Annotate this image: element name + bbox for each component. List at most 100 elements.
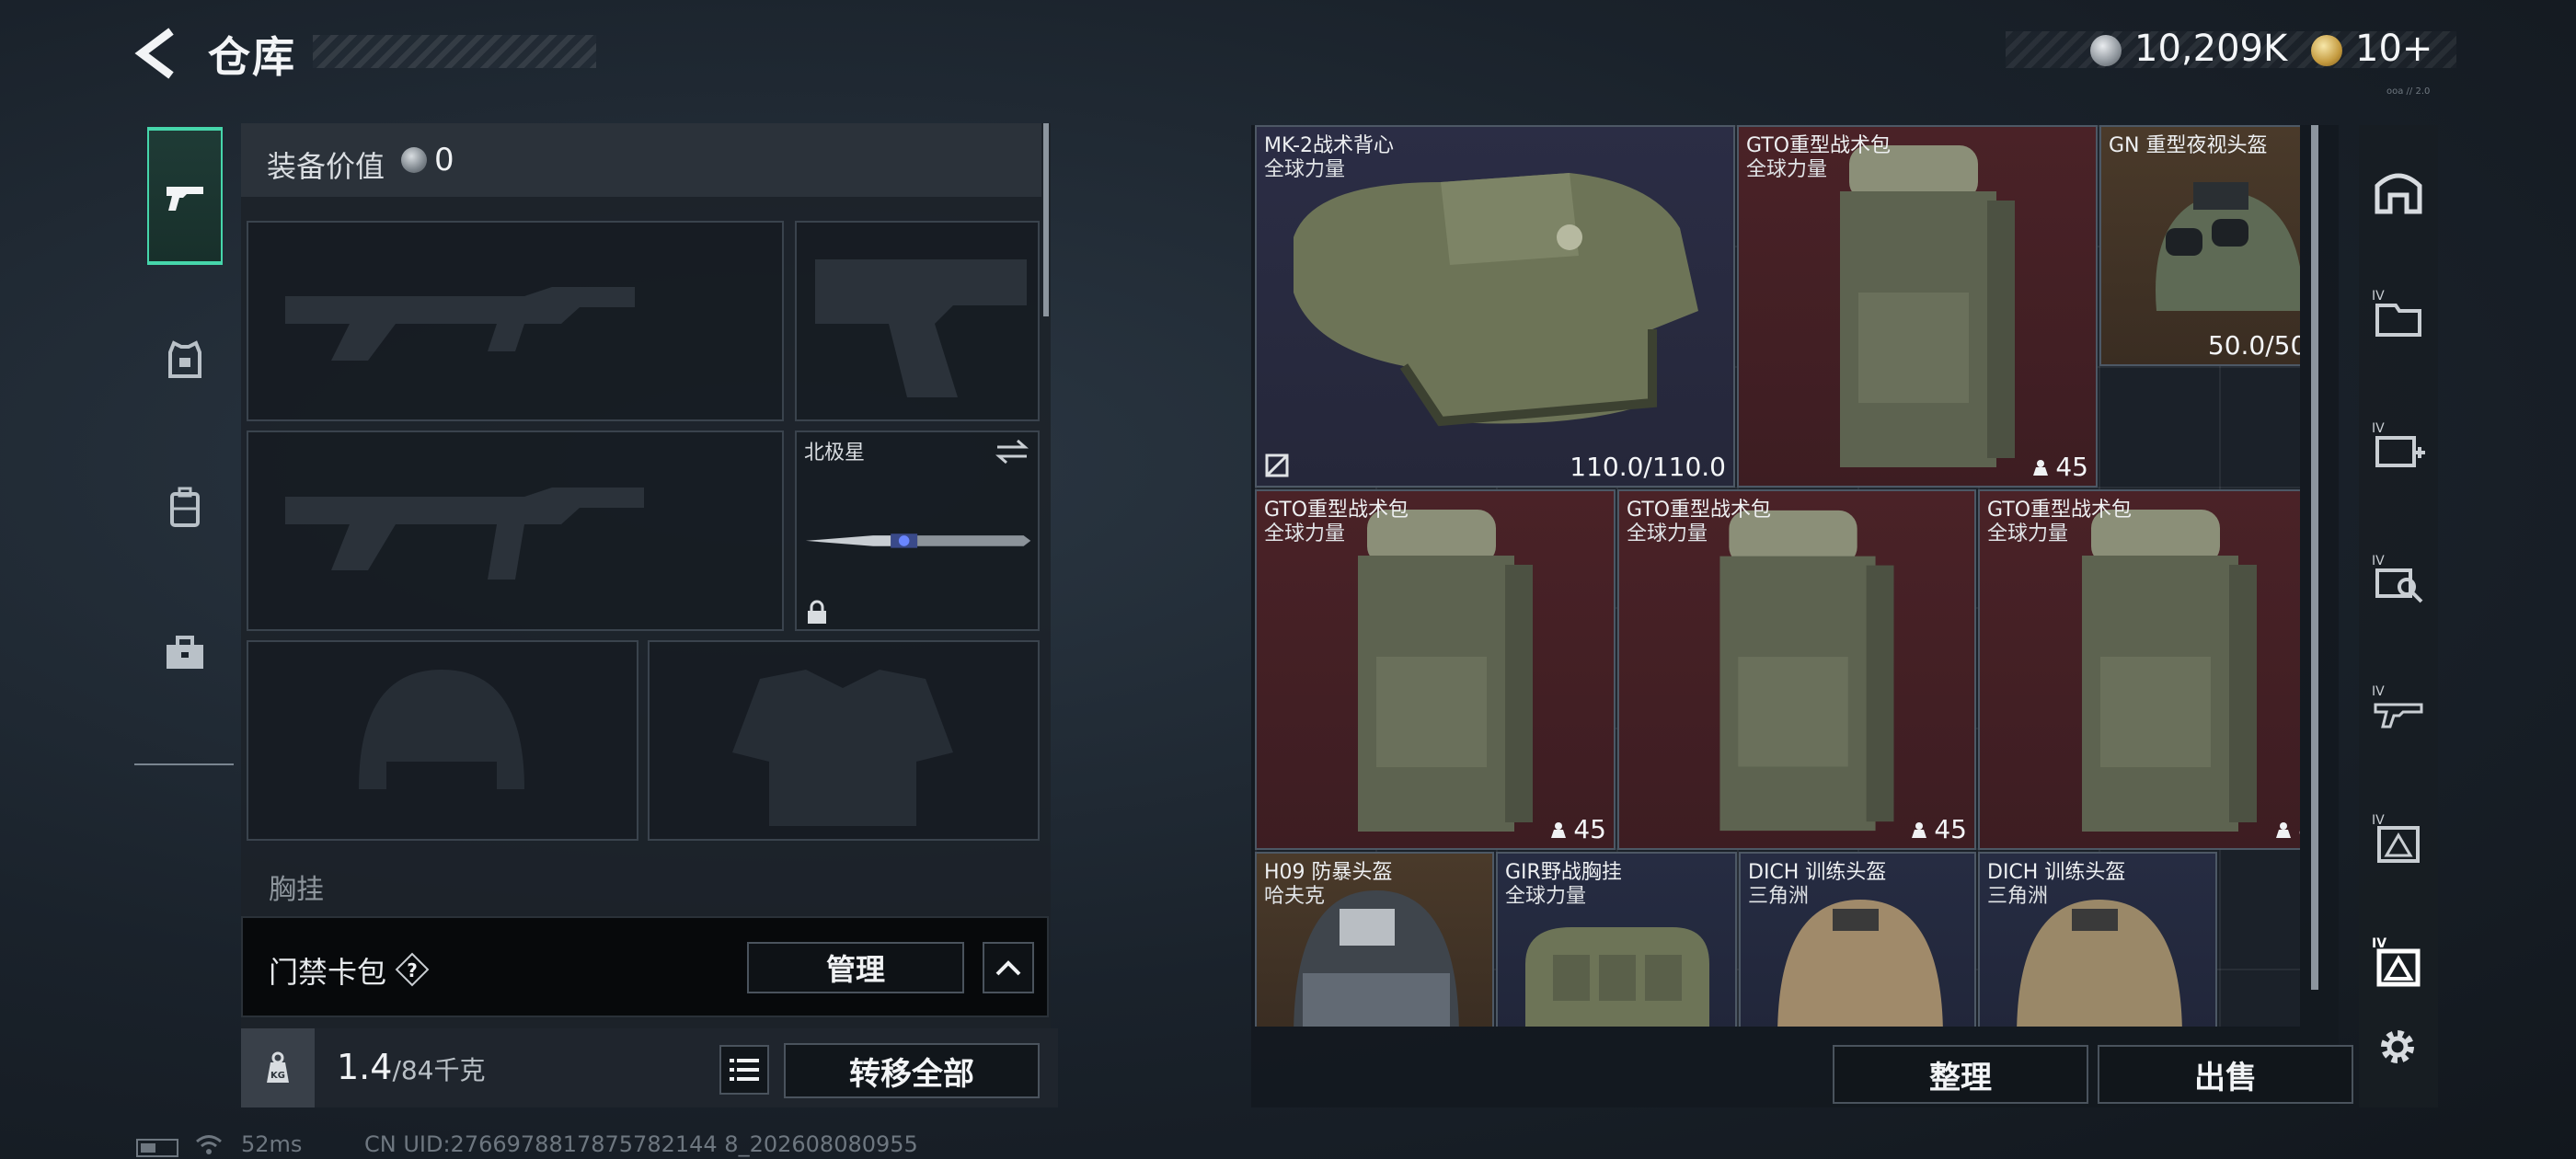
gold-coin-icon (2311, 35, 2342, 66)
silver-coin-icon (2090, 35, 2122, 66)
weight-icon: KG (267, 1051, 289, 1083)
svg-text:IV: IV (2372, 421, 2385, 436)
stash-item[interactable]: H09 防暴头盔 哈夫克 (1255, 852, 1494, 1027)
secondary-weapon-slot[interactable] (795, 221, 1040, 421)
item-subtitle: 全球力量 (1987, 522, 2069, 545)
equip-value-label: 装备价值 (267, 149, 385, 184)
body-armor-slot[interactable] (648, 640, 1040, 841)
pistol-silhouette-icon (815, 259, 1027, 397)
item-subtitle: 三角洲 (1748, 885, 1810, 908)
stash-item[interactable]: GTO重型战术包 全球力量 45 (1737, 125, 2098, 488)
item-name: GN 重型夜视头盔 (2109, 134, 2268, 157)
stash-item[interactable]: GIR野战胸挂 全球力量 (1496, 852, 1737, 1027)
category-all[interactable] (2366, 158, 2431, 223)
weight-bar: KG 1.4/84千克 转移全部 (241, 1028, 1058, 1107)
item-subtitle: 全球力量 (1746, 158, 1828, 181)
stash-scrollbar[interactable] (2311, 125, 2318, 990)
keycard-label: 门禁卡包 (269, 955, 387, 990)
title-decoration (313, 35, 596, 68)
manage-button[interactable]: 管理 (747, 942, 964, 993)
sell-button[interactable]: 出售 (2098, 1045, 2353, 1104)
no-repair-icon (1265, 453, 1289, 477)
pistol-icon (167, 187, 203, 211)
svg-text:KG: KG (270, 1071, 285, 1081)
swap-icon[interactable] (994, 438, 1030, 465)
wifi-icon (196, 1135, 222, 1154)
helmet-silhouette-icon (359, 670, 524, 789)
item-count: 45 (2031, 452, 2088, 482)
category-medical-iv[interactable]: IV (2366, 414, 2431, 478)
svg-text:IV: IV (2372, 289, 2385, 304)
nav-tab-backpack[interactable] (147, 438, 223, 576)
delta-tier-icon: IV (2372, 813, 2420, 863)
helmet-slot[interactable] (247, 640, 638, 841)
uid-text: CN UID:2766978817875782144 8_20260808095… (364, 1131, 918, 1157)
help-icon[interactable]: ? (394, 951, 431, 988)
category-folder-iv[interactable]: IV (2366, 281, 2431, 346)
item-durability: 50.0/50.0 (2207, 330, 2300, 361)
loadout-panel: 装备价值 0 北极星 胸挂 门禁卡包 ? 管理 (241, 123, 1051, 1043)
stash-item[interactable]: GN 重型夜视头盔 50.0/50.0 (2099, 125, 2300, 366)
folder-tier-icon: IV (2372, 289, 2421, 337)
stash-item[interactable]: GTO重型战术包 全球力量 45 (1617, 489, 1976, 850)
back-arrow-icon[interactable] (134, 28, 180, 79)
category-gun-iv[interactable]: IV (2366, 677, 2431, 741)
item-subtitle: 全球力量 (1627, 522, 1708, 545)
stash-item[interactable]: GTO重型战术包 全球力量 45 (1978, 489, 2300, 850)
delta-tier-active-icon: IV (2372, 936, 2421, 987)
page-title: 仓库 (208, 32, 296, 82)
armor-vest-icon (168, 340, 201, 378)
version-note: ooa // 2.0 (2386, 86, 2431, 97)
primary-weapon-slot[interactable] (247, 221, 784, 421)
assault-rifle-silhouette-icon (285, 488, 644, 580)
collapse-button[interactable] (983, 942, 1034, 993)
category-delta-iv-active[interactable]: IV (2366, 929, 2431, 993)
item-subtitle: 全球力量 (1505, 885, 1587, 908)
stash-item[interactable]: GTO重型战术包 全球力量 45 (1255, 489, 1616, 850)
backpack-icon (170, 487, 200, 527)
item-count: 45 (1549, 814, 1606, 844)
weight-value: 1.4/84千克 (337, 1047, 486, 1087)
gold-currency-value[interactable]: 10+ (2355, 28, 2432, 70)
melee-slot[interactable]: 北极星 (795, 430, 1040, 631)
svg-text:IV: IV (2372, 684, 2385, 699)
silver-coin-icon (401, 147, 427, 173)
nav-tab-armor[interactable] (147, 291, 223, 429)
gear-icon[interactable] (2372, 1021, 2423, 1073)
chevron-up-icon (995, 960, 1021, 976)
left-nav (134, 116, 234, 765)
briefcase-icon (167, 636, 203, 669)
item-count: 45 (1910, 814, 1967, 844)
nav-tab-case[interactable] (147, 585, 223, 723)
category-rail: IV IV IV IV IV IV (2359, 125, 2438, 1107)
list-icon (730, 1059, 759, 1081)
svg-text:?: ? (407, 959, 418, 981)
armor-silhouette-icon (732, 670, 953, 826)
assault-rifle-silhouette-icon (285, 287, 635, 361)
sort-button[interactable]: 整理 (1833, 1045, 2088, 1104)
lock-icon (808, 600, 826, 624)
category-search-iv[interactable]: IV (2366, 546, 2431, 611)
item-subtitle: 三角洲 (1987, 885, 2049, 908)
stash-item[interactable]: MK-2战术背心 全球力量 110.0/110.0 (1255, 125, 1735, 488)
weight-small-icon (2276, 821, 2292, 838)
item-count: 45 (2274, 814, 2300, 844)
weight-small-icon (2033, 459, 2049, 476)
primary-weapon-slot-2[interactable] (247, 430, 784, 631)
category-delta-iv[interactable]: IV (2366, 806, 2431, 870)
search-tier-icon: IV (2372, 554, 2423, 603)
stash-home-icon (2375, 173, 2422, 214)
ping-text: 52ms (241, 1131, 303, 1157)
transfer-all-button[interactable]: 转移全部 (784, 1043, 1040, 1098)
chest-rig-label: 胸挂 (269, 874, 324, 906)
loadout-scrollbar[interactable] (1043, 123, 1049, 316)
equip-value-bar: 装备价值 0 (241, 123, 1041, 197)
list-view-button[interactable] (719, 1045, 769, 1095)
gun-tier-icon: IV (2372, 684, 2423, 729)
stash-grid: MK-2战术背心 全球力量 110.0/110.0 GTO重型战术包 全球力量 (1255, 125, 2300, 1027)
keycard-bar: 门禁卡包 ? 管理 (241, 916, 1049, 1017)
stash-item[interactable]: DICH 训练头盔 三角洲 (1739, 852, 1976, 1027)
melee-name: 北极星 (804, 442, 866, 465)
stash-item[interactable]: DICH 训练头盔 三角洲 (1978, 852, 2217, 1027)
nav-tab-weapons[interactable] (147, 127, 223, 265)
